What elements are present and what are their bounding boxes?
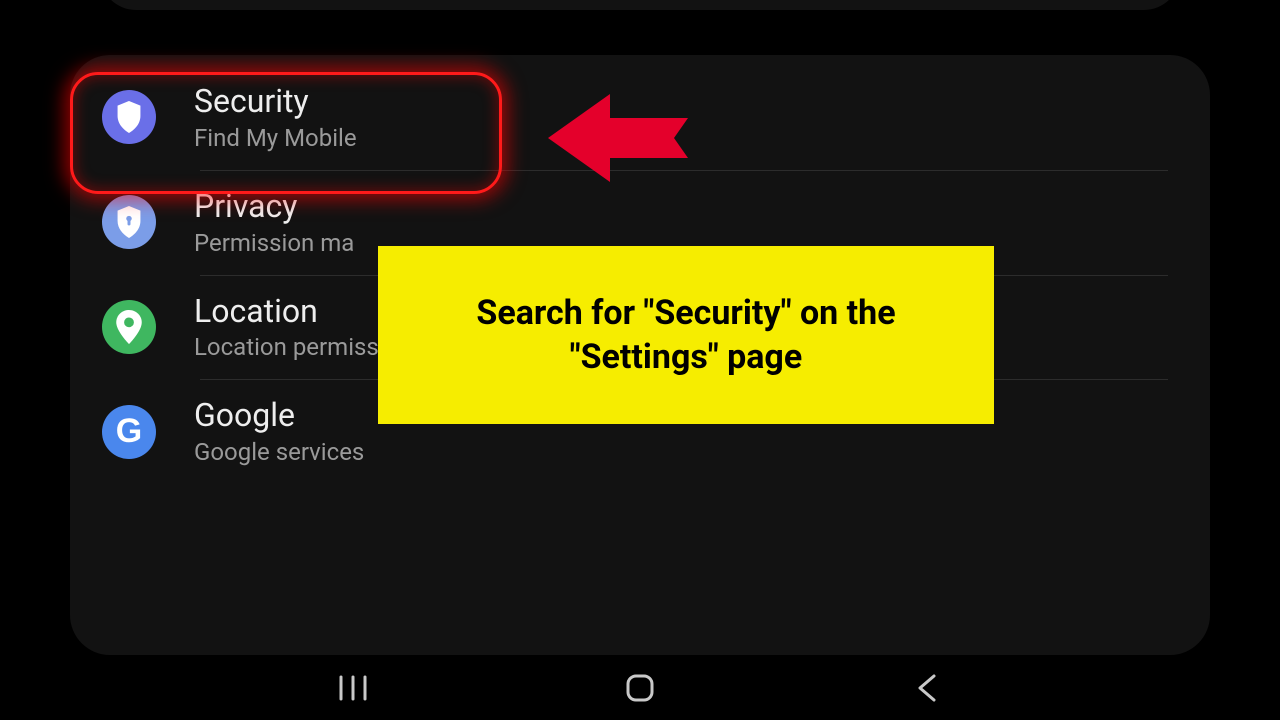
panel-fragment-top (100, 0, 1180, 10)
settings-item-title: Privacy (194, 188, 354, 225)
settings-item-subtitle: Find My Mobile (194, 124, 357, 152)
nav-recents-button[interactable] (323, 668, 383, 708)
settings-item-security[interactable]: Security Find My Mobile (70, 65, 1210, 170)
nav-home-button[interactable] (610, 668, 670, 708)
pin-icon (102, 300, 156, 354)
nav-back-button[interactable] (897, 668, 957, 708)
settings-item-subtitle: Google services (194, 438, 364, 466)
settings-item-subtitle: Permission ma (194, 229, 354, 257)
callout-annotation: Search for "Security" on the "Settings" … (378, 246, 994, 424)
shield-icon (102, 90, 156, 144)
settings-item-title: Security (194, 83, 357, 120)
shield-lock-icon (102, 195, 156, 249)
google-g-icon: G (102, 405, 156, 459)
settings-item-title: Google (194, 397, 364, 434)
android-nav-bar (0, 656, 1280, 720)
